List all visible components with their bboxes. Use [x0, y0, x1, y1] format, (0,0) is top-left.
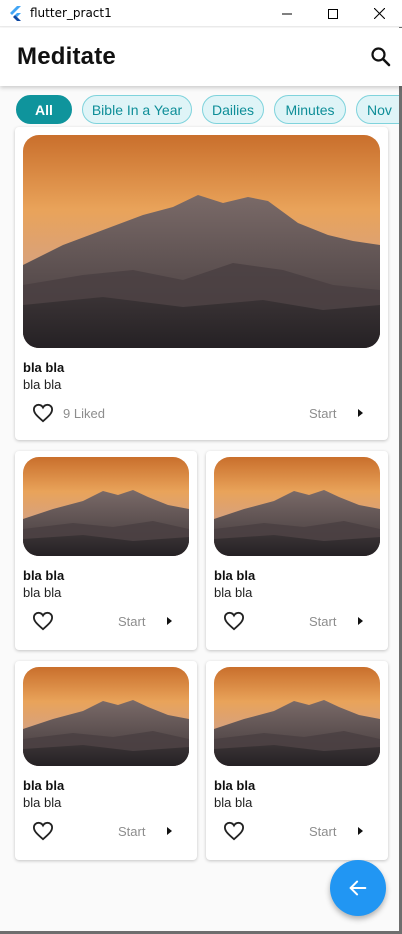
- heart-icon[interactable]: [32, 403, 54, 423]
- meditation-card[interactable]: bla bla bla bla Start: [15, 661, 197, 860]
- start-label[interactable]: Start: [309, 614, 336, 629]
- meditation-card[interactable]: bla bla bla bla Start: [206, 661, 388, 860]
- start-label[interactable]: Start: [309, 824, 336, 839]
- close-button[interactable]: [356, 0, 402, 27]
- play-arrow-icon[interactable]: [358, 617, 363, 625]
- play-arrow-icon[interactable]: [167, 617, 172, 625]
- maximize-icon: [328, 8, 338, 19]
- start-label[interactable]: Start: [309, 406, 336, 421]
- start-label[interactable]: Start: [118, 614, 145, 629]
- chip-nov[interactable]: Nov: [356, 95, 402, 124]
- start-label[interactable]: Start: [118, 824, 145, 839]
- card-subtitle: bla bla: [23, 795, 62, 810]
- meditation-card[interactable]: bla bla bla bla Start: [15, 451, 197, 650]
- mountain-image: [214, 457, 380, 556]
- heart-icon[interactable]: [32, 821, 54, 841]
- card-title: bla bla: [23, 568, 65, 583]
- flutter-logo-icon: [10, 6, 21, 21]
- maximize-button[interactable]: [310, 0, 356, 27]
- meditation-card[interactable]: bla bla bla bla Start: [206, 451, 388, 650]
- window-title: flutter_pract1: [30, 6, 112, 20]
- app-bar: Meditate: [0, 28, 402, 86]
- chip-all[interactable]: All: [16, 95, 72, 124]
- chip-minutes[interactable]: Minutes: [274, 95, 346, 124]
- minimize-icon: [282, 13, 292, 14]
- play-arrow-icon[interactable]: [358, 409, 363, 417]
- window-titlebar: flutter_pract1: [0, 0, 402, 27]
- arrow-back-icon: [349, 880, 367, 896]
- play-arrow-icon[interactable]: [167, 827, 172, 835]
- card-title: bla bla: [23, 778, 65, 793]
- card-title: bla bla: [214, 778, 256, 793]
- heart-icon[interactable]: [32, 611, 54, 631]
- featured-meditation-card[interactable]: bla bla bla bla 9 Liked Start: [15, 127, 388, 440]
- mountain-image: [23, 135, 380, 348]
- chip-bible-in-a-year[interactable]: Bible In a Year: [82, 95, 192, 124]
- mountain-image: [214, 667, 380, 766]
- mountain-image: [23, 667, 189, 766]
- card-title: bla bla: [23, 360, 65, 375]
- category-chips: All Bible In a Year Dailies Minutes Nov: [0, 95, 402, 125]
- card-subtitle: bla bla: [214, 585, 253, 600]
- back-fab-button[interactable]: [330, 860, 386, 916]
- search-icon[interactable]: [369, 45, 393, 69]
- card-subtitle: bla bla: [23, 377, 62, 392]
- page-title: Meditate: [17, 43, 116, 70]
- card-title: bla bla: [214, 568, 256, 583]
- heart-icon[interactable]: [223, 821, 245, 841]
- card-subtitle: bla bla: [23, 585, 62, 600]
- close-icon: [373, 8, 385, 19]
- likes-count: 9 Liked: [63, 406, 105, 421]
- chip-dailies[interactable]: Dailies: [202, 95, 264, 124]
- minimize-button[interactable]: [264, 0, 310, 27]
- play-arrow-icon[interactable]: [358, 827, 363, 835]
- heart-icon[interactable]: [223, 611, 245, 631]
- mountain-image: [23, 457, 189, 556]
- card-subtitle: bla bla: [214, 795, 253, 810]
